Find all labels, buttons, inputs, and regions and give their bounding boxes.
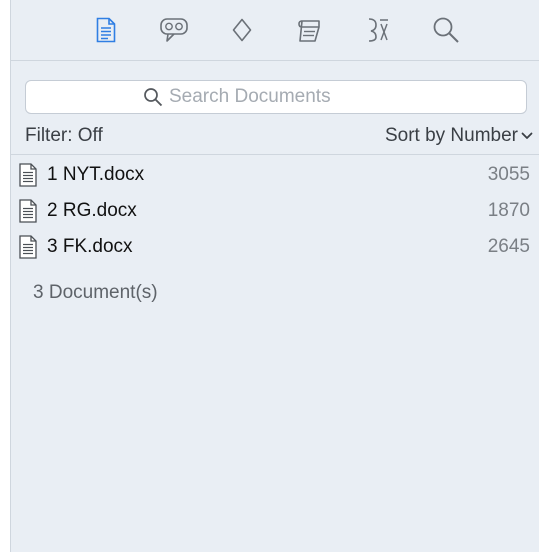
document-count: 2645	[487, 236, 530, 257]
divider	[11, 154, 539, 155]
document-count: 3055	[487, 164, 530, 185]
document-icon	[19, 235, 37, 259]
document-list: 1 NYT.docx 3055 2 RG.docx 1870 3 FK.docx…	[11, 157, 539, 265]
panel-toolbar	[11, 0, 539, 61]
documents-tab[interactable]	[86, 10, 126, 50]
filter-toggle[interactable]: Filter: Off	[25, 125, 103, 147]
sort-dropdown[interactable]: Sort by Number	[385, 125, 533, 147]
memos-tab[interactable]	[290, 10, 330, 50]
variables-tab[interactable]	[358, 10, 398, 50]
document-icon	[19, 163, 37, 187]
document-row-2[interactable]: 2 RG.docx 1870	[11, 193, 539, 229]
comment-icon	[159, 18, 188, 42]
chevron-down-icon	[521, 132, 533, 139]
document-row-1[interactable]: 1 NYT.docx 3055	[11, 157, 539, 193]
filter-sort-bar: Filter: Off Sort by Number	[25, 120, 533, 152]
sort-label: Sort by Number	[384, 125, 518, 146]
diamond-icon	[232, 18, 251, 42]
document-icon	[19, 199, 37, 223]
document-name: 1 NYT.docx	[47, 164, 145, 185]
search-field[interactable]	[25, 80, 527, 114]
document-name: 2 RG.docx	[47, 200, 137, 221]
search-tab[interactable]	[426, 10, 466, 50]
comments-tab[interactable]	[154, 10, 194, 50]
documents-panel: Filter: Off Sort by Number 1 NYT.docx 30…	[10, 0, 539, 552]
document-row-3[interactable]: 3 FK.docx 2645	[11, 229, 539, 265]
codes-icon	[368, 18, 388, 42]
codes-tab[interactable]	[222, 10, 262, 50]
document-total: 3 Document(s)	[33, 282, 158, 303]
search-icon	[144, 88, 163, 107]
search-input[interactable]	[169, 86, 409, 108]
document-count: 1870	[487, 200, 530, 221]
magnifier-icon	[433, 17, 459, 43]
document-icon	[96, 17, 115, 43]
document-name: 3 FK.docx	[47, 236, 133, 257]
notes-icon	[297, 20, 320, 42]
